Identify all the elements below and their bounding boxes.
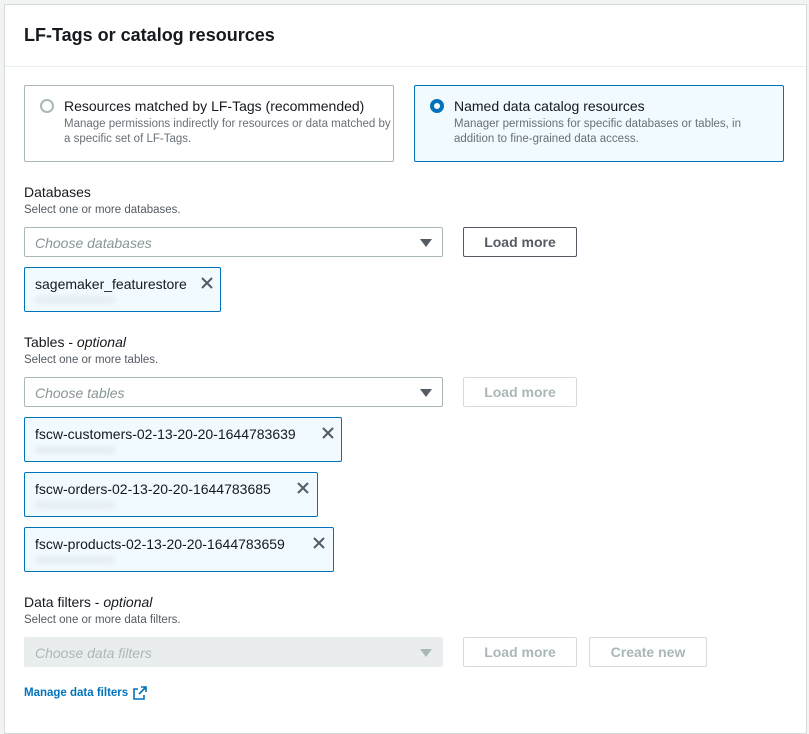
filters-label: Data filters - optional — [24, 594, 153, 610]
permissions-panel: LF-Tags or catalog resources Resources m… — [4, 4, 807, 734]
radio-named-resources[interactable] — [430, 99, 444, 113]
tile-named-resources-title: Named data catalog resources — [454, 98, 645, 114]
tables-optional: optional — [76, 334, 126, 350]
tile-lf-tags-desc: Manage permissions indirectly for resour… — [64, 118, 391, 145]
tables-label: Tables - optional — [24, 334, 126, 350]
databases-placeholder: Choose databases — [35, 235, 152, 251]
external-link-icon — [133, 686, 147, 700]
filters-hint: Select one or more data filters. — [24, 614, 181, 626]
manage-filters-link[interactable]: Manage data filters — [24, 686, 147, 700]
redacted-text — [35, 446, 115, 454]
table-token-label: fscw-orders-02-13-20-20-1644783685 — [35, 481, 271, 497]
create-new-filter-button[interactable]: Create new — [589, 637, 707, 667]
close-icon[interactable] — [199, 275, 215, 291]
filters-select[interactable]: Choose data filters — [24, 637, 443, 667]
table-token-label: fscw-customers-02-13-20-20-1644783639 — [35, 426, 296, 442]
redacted-text — [35, 296, 115, 304]
redacted-text — [35, 501, 115, 509]
tile-named-resources-desc: Manager permissions for specific databas… — [454, 118, 742, 145]
radio-lf-tags[interactable] — [40, 99, 54, 113]
caret-down-icon — [420, 649, 432, 657]
tables-placeholder: Choose tables — [35, 385, 125, 401]
panel-header: LF-Tags or catalog resources — [5, 5, 806, 67]
database-token-label: sagemaker_featurestore — [35, 276, 187, 292]
manage-filters-link-text[interactable]: Manage data filters — [24, 687, 128, 699]
panel-title: LF-Tags or catalog resources — [24, 25, 275, 45]
close-icon[interactable] — [320, 425, 336, 441]
databases-hint: Select one or more databases. — [24, 204, 181, 216]
redacted-text — [35, 556, 115, 564]
databases-label: Databases — [24, 184, 91, 200]
close-icon[interactable] — [311, 535, 327, 551]
table-token: fscw-customers-02-13-20-20-1644783639 — [24, 417, 342, 462]
databases-load-more-button[interactable]: Load more — [463, 227, 577, 257]
caret-down-icon — [420, 239, 432, 247]
table-token: fscw-orders-02-13-20-20-1644783685 — [24, 472, 318, 517]
filters-optional: optional — [103, 594, 153, 610]
tables-select[interactable]: Choose tables — [24, 377, 443, 407]
filters-placeholder: Choose data filters — [35, 645, 152, 661]
databases-select[interactable]: Choose databases — [24, 227, 443, 257]
table-token-label: fscw-products-02-13-20-20-1644783659 — [35, 536, 285, 552]
tile-lf-tags-title: Resources matched by LF-Tags (recommende… — [64, 98, 365, 114]
database-token: sagemaker_featurestore — [24, 267, 221, 312]
table-token: fscw-products-02-13-20-20-1644783659 — [24, 527, 334, 572]
tables-load-more-button[interactable]: Load more — [463, 377, 577, 407]
caret-down-icon — [420, 389, 432, 397]
close-icon[interactable] — [295, 480, 311, 496]
tile-lf-tags[interactable]: Resources matched by LF-Tags (recommende… — [24, 85, 394, 162]
tables-hint: Select one or more tables. — [24, 354, 159, 366]
tile-named-resources[interactable]: Named data catalog resources Manager per… — [414, 85, 784, 162]
filters-load-more-button[interactable]: Load more — [463, 637, 577, 667]
